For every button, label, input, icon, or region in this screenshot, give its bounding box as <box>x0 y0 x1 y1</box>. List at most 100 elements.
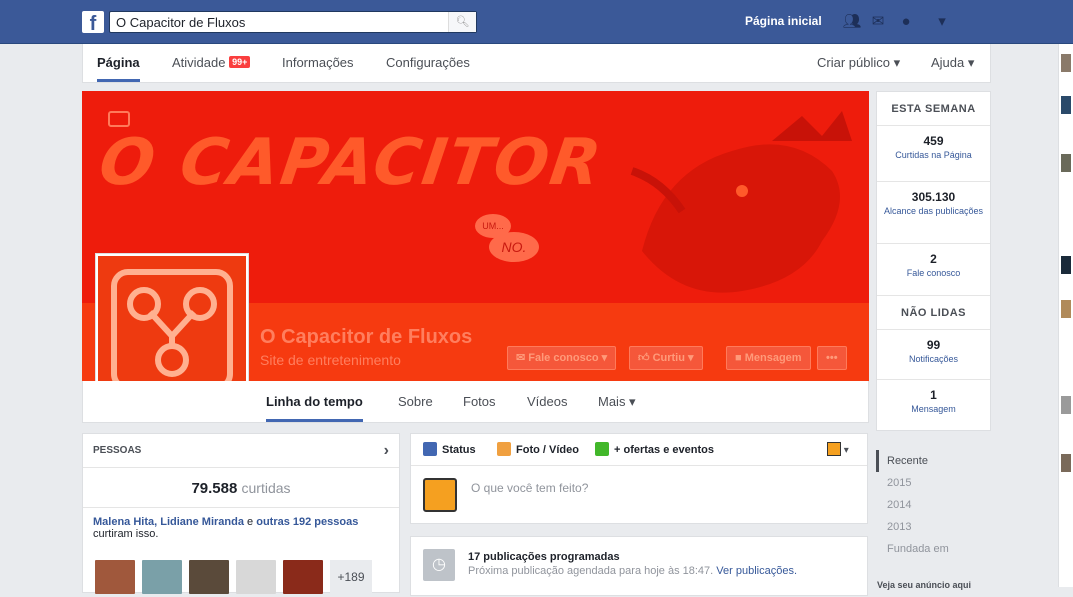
stat-value: 2 <box>930 252 937 266</box>
avatar[interactable] <box>95 560 135 594</box>
stat-contact[interactable]: 2 Fale conosco <box>877 244 990 296</box>
mail-icon: ✉ <box>516 352 529 364</box>
stat-notifications[interactable]: 99 Notificações <box>877 330 990 380</box>
tab-informacoes[interactable]: Informações <box>282 44 354 82</box>
people-header[interactable]: PESSOAS › <box>83 434 399 468</box>
search-input[interactable] <box>110 12 450 32</box>
chevron-right-icon[interactable]: › <box>384 434 389 468</box>
post-composer: Status Foto / Vídeo + ofertas e eventos … <box>410 433 868 524</box>
friends-icon[interactable]: 👥︎ <box>842 12 862 32</box>
tab-atividade-label: Atividade <box>172 55 226 70</box>
scheduled-posts: ◷ 17 publicações programadas Próxima pub… <box>410 536 868 596</box>
cover-monster-illustration <box>630 111 852 293</box>
photo-icon <box>497 442 511 456</box>
scheduled-title: 17 publicações programadas <box>468 551 620 563</box>
tab-pagina[interactable]: Página <box>97 44 140 82</box>
view-posts-link[interactable]: Ver publicações. <box>716 565 797 577</box>
year-recent[interactable]: Recente <box>876 450 991 472</box>
page-avatar-small <box>827 442 841 456</box>
year-2014[interactable]: 2014 <box>876 494 991 516</box>
stat-label: Mensagem <box>911 404 956 414</box>
friends-connector: e <box>243 516 257 528</box>
stat-label: Notificações <box>908 354 959 364</box>
tab-videos[interactable]: Vídeos <box>527 381 567 422</box>
year-founded[interactable]: Fundada em <box>876 538 991 560</box>
stat-value: 459 <box>923 134 944 148</box>
settings-icon[interactable]: ▾ <box>932 12 952 32</box>
tab-configuracoes[interactable]: Configurações <box>386 44 470 82</box>
composer-tab-offers[interactable]: + ofertas e eventos <box>595 434 714 466</box>
year-2013[interactable]: 2013 <box>876 516 991 538</box>
clock-icon: ◷ <box>423 549 455 581</box>
timeline-nav: Linha do tempo Sobre Fotos Vídeos Mais ▾ <box>82 381 869 423</box>
speech-bubble-big: NO. <box>489 232 539 262</box>
avatar[interactable] <box>283 560 323 594</box>
pencil-icon <box>423 442 437 456</box>
more-avatars-count[interactable]: +189 <box>330 560 372 594</box>
top-bar: f 🔍︎ Página inicial 👥︎ ✉ ● ▾ <box>0 0 1073 44</box>
ticker-thumb[interactable] <box>1061 54 1071 72</box>
friend-names-link[interactable]: Malena Hita, Lidiane Miranda <box>93 516 244 528</box>
stat-reach[interactable]: 305.130 Alcance das publicações <box>877 182 990 244</box>
help-menu[interactable]: Ajuda ▾ <box>931 44 974 82</box>
messages-icon[interactable]: ✉ <box>868 12 888 32</box>
search-box[interactable]: 🔍︎ <box>109 11 477 33</box>
create-audience-menu[interactable]: Criar público ▾ <box>817 44 900 82</box>
page-avatar <box>423 478 457 512</box>
more-button[interactable]: ••• <box>817 346 847 370</box>
ticker-thumb[interactable] <box>1061 300 1071 318</box>
cover-title-art: O CAPACITOR <box>94 126 608 200</box>
ticker-thumb[interactable] <box>1061 256 1071 274</box>
stat-value: 99 <box>926 338 941 352</box>
composer-tab-photo-label: Foto / Vídeo <box>516 444 579 456</box>
globe-icon[interactable]: ● <box>896 12 916 32</box>
stat-page-likes[interactable]: 459 Curtidas na Página <box>877 126 990 182</box>
scheduled-detail-text: Próxima publicação agendada para hoje às… <box>468 565 717 577</box>
contact-button[interactable]: ✉ Fale conosco ▾ <box>507 346 617 370</box>
thumbs-up-icon: 👍︎ <box>638 352 653 364</box>
search-icon[interactable]: 🔍︎ <box>448 12 476 32</box>
stat-value: 305.130 <box>911 190 956 204</box>
friends-liked-text: Malena Hita, Lidiane Miranda e outras 19… <box>83 508 399 540</box>
message-button[interactable]: ■ Mensagem <box>726 346 811 370</box>
composer-tab-photo[interactable]: Foto / Vídeo <box>497 434 579 466</box>
friend-avatars: +189 <box>95 560 372 597</box>
avatar[interactable] <box>142 560 182 594</box>
people-panel: PESSOAS › 79.588 curtidas Malena Hita, L… <box>82 433 400 594</box>
ticker-thumb[interactable] <box>1061 396 1071 414</box>
weekly-stats-panel: ESTA SEMANA 459 Curtidas na Página 305.1… <box>876 91 991 431</box>
ticker-thumb[interactable] <box>1061 96 1071 114</box>
ad-link[interactable]: Veja seu anúncio aqui <box>877 580 971 590</box>
avatar[interactable] <box>236 560 276 594</box>
tab-photos[interactable]: Fotos <box>463 381 496 422</box>
tab-about[interactable]: Sobre <box>398 381 433 422</box>
ticker-thumb[interactable] <box>1061 454 1071 472</box>
tab-more[interactable]: Mais ▾ <box>598 381 636 422</box>
page-category[interactable]: Site de entretenimento <box>260 352 401 368</box>
composer-tab-offers-label: + ofertas e eventos <box>614 444 714 456</box>
page-name[interactable]: O Capacitor de Fluxos <box>260 326 472 349</box>
camera-icon[interactable] <box>108 111 130 127</box>
tab-timeline[interactable]: Linha do tempo <box>266 381 363 422</box>
liked-button[interactable]: 👍︎ Curtiu ▾ <box>629 346 703 370</box>
page-identity-selector[interactable]: ▾ <box>827 442 855 458</box>
composer-input[interactable]: O que você tem feito? <box>471 481 588 495</box>
composer-tab-status[interactable]: Status <box>423 434 476 466</box>
likes-count-row[interactable]: 79.588 curtidas <box>83 468 399 508</box>
composer-tab-status-label: Status <box>442 444 476 456</box>
year-2015[interactable]: 2015 <box>876 472 991 494</box>
likes-word: curtidas <box>241 480 291 496</box>
message-button-label: Mensagem <box>744 352 802 364</box>
avatar[interactable] <box>189 560 229 594</box>
home-link[interactable]: Página inicial <box>745 14 822 28</box>
facebook-logo[interactable]: f <box>82 11 104 35</box>
liked-button-label: Curtiu ▾ <box>652 352 694 364</box>
tab-atividade[interactable]: Atividade 99+ <box>172 44 251 82</box>
contact-button-label: Fale conosco ▾ <box>528 352 608 364</box>
stat-messages[interactable]: 1 Mensagem <box>877 380 990 428</box>
stat-label: Curtidas na Página <box>895 150 972 160</box>
timeline-years: Recente 2015 2014 2013 Fundada em <box>876 450 991 560</box>
stat-label: Fale conosco <box>906 268 961 278</box>
ticker-thumb[interactable] <box>1061 154 1071 172</box>
others-link[interactable]: outras 192 pessoas <box>256 516 358 528</box>
